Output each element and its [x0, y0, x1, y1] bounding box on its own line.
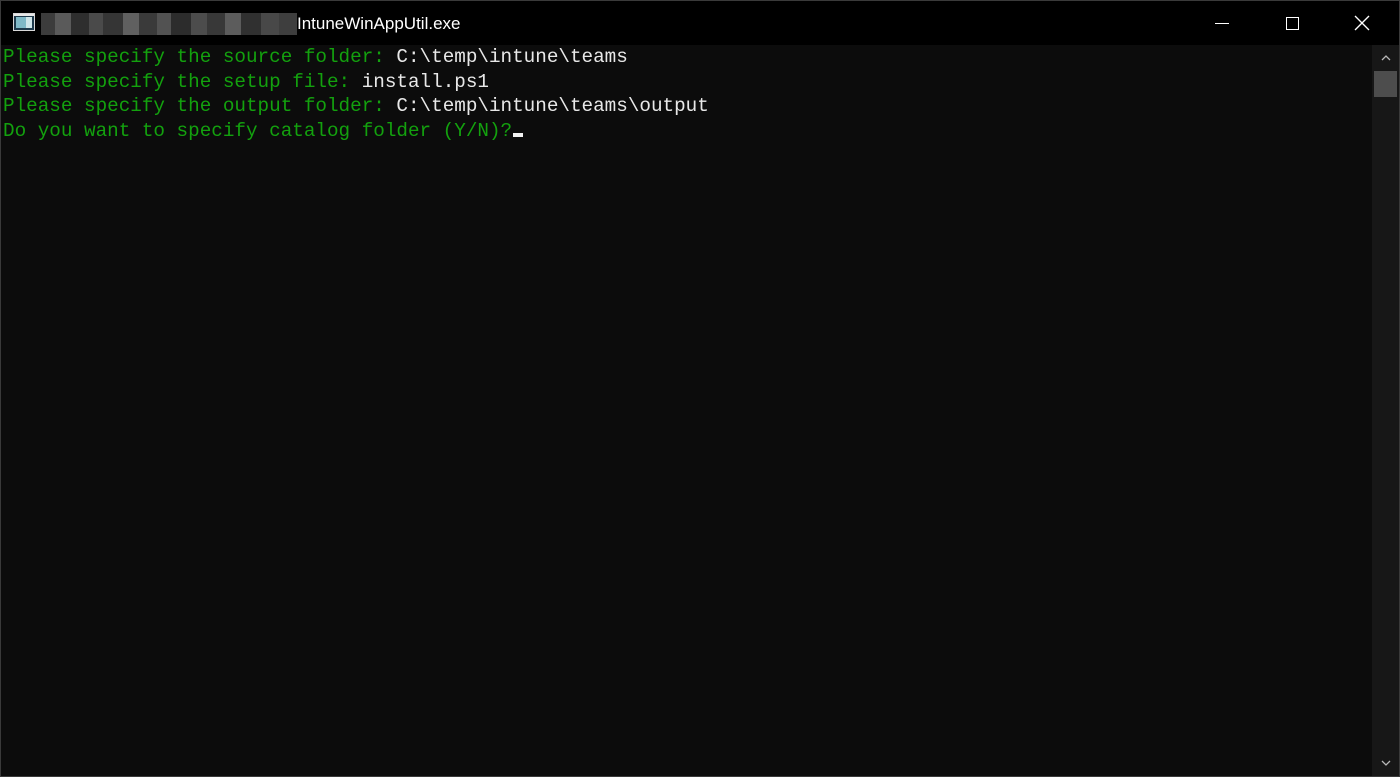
scroll-up-button[interactable] [1372, 49, 1399, 67]
prompt-text: Please specify the source folder: [3, 46, 397, 68]
minimize-button[interactable] [1187, 1, 1257, 45]
input-value: install.ps1 [361, 70, 489, 93]
vertical-scrollbar[interactable] [1372, 45, 1399, 776]
scroll-down-button[interactable] [1372, 754, 1399, 772]
prompt-text: Please specify the setup file: [3, 70, 362, 93]
redacted-path [41, 13, 297, 35]
minimize-icon [1215, 22, 1229, 24]
prompt-text: Do you want to specify catalog folder (Y… [3, 119, 513, 142]
input-value: C:\temp\intune\teams\output [396, 95, 709, 117]
console-window-icon[interactable] [13, 13, 35, 31]
console-window: IntuneWinAppUtil.exe Please specify the … [0, 0, 1400, 777]
close-button[interactable] [1327, 1, 1397, 45]
console-line: Please specify the source folder: C:\tem… [3, 45, 628, 70]
text-cursor [513, 132, 524, 137]
maximize-icon [1285, 16, 1299, 30]
chevron-up-icon [1381, 55, 1390, 61]
console-line: Please specify the output folder: C:\tem… [3, 94, 709, 119]
scroll-thumb[interactable] [1374, 71, 1397, 97]
chevron-down-icon [1381, 760, 1390, 766]
title-bar[interactable]: IntuneWinAppUtil.exe [1, 1, 1399, 45]
console-line: Do you want to specify catalog folder (Y… [3, 119, 524, 144]
maximize-button[interactable] [1257, 1, 1327, 45]
window-title: IntuneWinAppUtil.exe [297, 14, 461, 33]
console-output[interactable]: Please specify the source folder: C:\tem… [1, 45, 1371, 776]
close-icon [1354, 15, 1370, 31]
prompt-text: Please specify the output folder: [3, 95, 397, 117]
input-value: C:\temp\intune\teams [396, 46, 628, 68]
console-line: Please specify the setup file: install.p… [3, 70, 489, 95]
